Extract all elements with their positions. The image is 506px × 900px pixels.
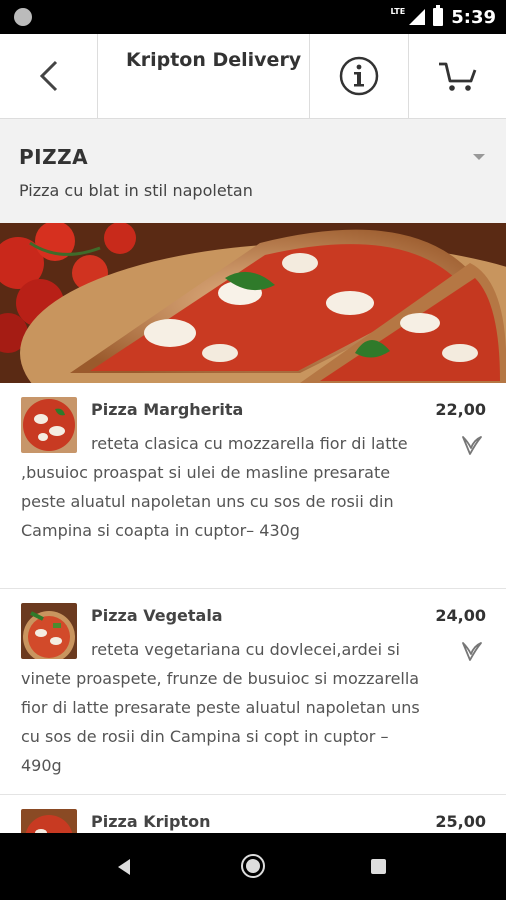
cart-button[interactable]: [409, 34, 506, 118]
notification-icon: [14, 8, 32, 26]
list-item[interactable]: Pizza Kripton 25,00: [0, 795, 506, 833]
restaurant-title: Kripton Delivery: [98, 34, 310, 118]
nav-back-icon[interactable]: [118, 859, 130, 875]
vegetarian-icon: [462, 436, 482, 455]
product-description: reteta clasica cu mozzarella fior di lat…: [21, 434, 408, 540]
list-item[interactable]: Pizza Margherita 22,00 reteta clasica cu…: [0, 383, 506, 589]
status-time: 5:39: [451, 6, 496, 28]
vegetarian-icon: [462, 642, 482, 661]
product-price: 25,00: [435, 812, 486, 831]
info-icon: [339, 56, 379, 96]
cart-icon: [438, 62, 476, 91]
app-bar: Kripton Delivery: [0, 34, 506, 119]
chevron-left-icon: [39, 60, 57, 92]
category-hero-image: [0, 223, 506, 383]
product-price: 24,00: [435, 606, 486, 625]
product-name: Pizza Margherita: [91, 400, 244, 419]
signal-icon: [409, 9, 426, 25]
pizza-photo: [0, 223, 506, 383]
nav-home-icon[interactable]: [241, 854, 265, 878]
battery-icon: [433, 5, 444, 26]
category-title: PIZZA: [19, 145, 89, 169]
product-list: Pizza Margherita 22,00 reteta clasica cu…: [0, 383, 506, 833]
product-name: Pizza Vegetala: [91, 606, 223, 625]
product-price: 22,00: [435, 400, 486, 419]
system-nav-bar: [0, 833, 506, 900]
network-type: LTE: [390, 6, 406, 16]
nav-recents-icon[interactable]: [371, 859, 386, 874]
product-description: reteta vegetariana cu dovlecei,ardei si …: [21, 640, 420, 775]
product-name: Pizza Kripton: [91, 812, 211, 831]
status-bar: LTE 5:39: [0, 0, 506, 34]
back-button[interactable]: [0, 34, 98, 118]
category-subtitle: Pizza cu blat in stil napoletan: [19, 181, 253, 200]
info-button[interactable]: [310, 34, 409, 118]
product-thumbnail: [21, 809, 77, 833]
list-item[interactable]: Pizza Vegetala 24,00 reteta vegetariana …: [0, 589, 506, 795]
page-title: Kripton Delivery: [126, 49, 302, 71]
category-header[interactable]: PIZZA Pizza cu blat in stil napoletan: [0, 119, 506, 223]
dropdown-arrow-icon[interactable]: [473, 154, 485, 160]
